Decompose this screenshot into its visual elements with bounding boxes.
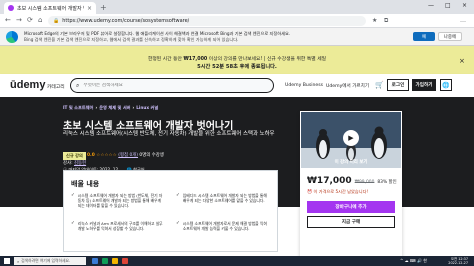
check-icon: ✓ xyxy=(176,193,180,198)
current-price: ₩17,000 xyxy=(307,176,352,186)
breadcrumb-it-software[interactable]: IT 및 소프트웨어 xyxy=(63,105,93,110)
learn-item-text: 리눅스 커널과 Arm 프로세서의 구조를 이해하고 실무 개발 노하우를 익혀… xyxy=(77,221,163,231)
home-button[interactable]: ⌂ xyxy=(38,16,42,24)
app-taskbar-icon[interactable] xyxy=(122,258,128,264)
system-tray[interactable]: ^ ☁ ⌨ 🔊 한 xyxy=(400,258,427,264)
student-count: 0명의 수강생 xyxy=(139,153,164,158)
learn-item: ✓ 시스템 소프트웨어 개발자 되는 방법 (반도체, 전기 자동차 등) 소프… xyxy=(71,193,165,208)
login-button[interactable]: 로그인 xyxy=(387,79,409,91)
taskbar-clock[interactable]: 오전 12:37 2022-12-27 xyxy=(440,257,468,265)
preview-label[interactable]: 이 강의 미리 보기 xyxy=(301,159,401,165)
promo-banner: 한정된 시간 동안 ₩17,000 이상의 강의를 만나보세요! | 신규 수강… xyxy=(0,46,474,74)
window-close-button[interactable]: × xyxy=(462,2,467,9)
learn-title: 배울 내용 xyxy=(71,180,100,188)
sale-timer: ⏰ 이 가격으로 5시간 남았습니다! xyxy=(307,189,369,194)
minimize-button[interactable]: — xyxy=(428,2,434,9)
url-text[interactable]: https://www.udemy.com/course/sosystemsof… xyxy=(62,18,189,24)
lock-icon[interactable]: 🔒 xyxy=(53,18,59,24)
cart-icon[interactable]: 🛒 xyxy=(375,81,384,89)
promo-message: 한정된 시간 동안 ₩17,000 이상의 강의를 만나보세요! | 신규 수강… xyxy=(0,55,474,62)
original-price: ₩99,000 xyxy=(354,180,375,185)
learn-item-text: 임베디드 시스템 소프트웨어 개발자 되는 방법을 통해 배우게 되는 다양한 … xyxy=(182,193,267,203)
instructor-link[interactable]: 김동현 xyxy=(74,161,86,166)
buy-now-button[interactable]: 지금 구매 xyxy=(307,216,395,228)
maximize-button[interactable]: □ xyxy=(445,2,451,9)
clock-date: 2022-12-27 xyxy=(448,261,468,265)
check-icon: ✓ xyxy=(176,221,180,226)
course-creator: 강사: 김동현 xyxy=(63,160,86,166)
edge-later-button[interactable]: 나중에 xyxy=(438,32,462,41)
promo-message-post: 이상의 강의를 만나보세요! | 신규 수강생을 위한 특별 세일 xyxy=(207,57,327,62)
categories-menu[interactable]: 카테고리 xyxy=(47,83,65,90)
settings-more-icon[interactable]: … xyxy=(460,17,466,24)
breadcrumb-os-servers[interactable]: 운영 체제 및 서버 xyxy=(99,105,130,110)
forward-button[interactable]: → xyxy=(16,16,22,24)
taskbar-search-icon: ⌕ xyxy=(17,258,20,264)
explorer-taskbar-icon[interactable] xyxy=(112,258,118,264)
course-preview[interactable]: ▶ 이 강의 미리 보기 xyxy=(301,112,401,168)
search-input[interactable] xyxy=(83,83,264,88)
learn-item: ✓ 시스템 소프트웨어 개발자로서 문제 해결 방법을 익혀 소프트웨어 개발 … xyxy=(176,221,270,231)
learn-item: ✓ 임베디드 시스템 소프트웨어 개발자 되는 방법을 통해 배우게 되는 다양… xyxy=(176,193,270,203)
rating-value: 0.0 xyxy=(87,153,95,158)
browser-tab-strip: 초보 시스템 소프트웨어 개발자 벗어나기 × + — □ × xyxy=(0,0,474,14)
tab-close-icon[interactable]: × xyxy=(87,5,92,12)
breadcrumb-linux-kernel[interactable]: Linux 커널 xyxy=(136,105,158,110)
learn-item: ✓ 리눅스 커널과 Arm 프로세서의 구조를 이해하고 실무 개발 노하우를 … xyxy=(71,221,165,231)
course-subtitle: 리눅스 시스템 소프트웨어(시스템 반도체, 전기 자동차) 개발을 위한 소프… xyxy=(63,131,275,137)
edge-bar-submessage: Bing 검색 엔진을 기본 검색 엔진으로 지정하고, 웹에서 검색 결과를 … xyxy=(24,37,239,42)
rating-stars-icon: ☆☆☆☆☆ xyxy=(96,153,117,158)
task-view-icon[interactable] xyxy=(92,258,98,264)
course-title: 초보 시스템 소프트웨어 개발자 벗어나기 xyxy=(63,121,234,132)
address-toolbar: ← → ⟳ ⌂ 🔒 https://www.udemy.com/course/s… xyxy=(0,14,474,28)
url-bar[interactable]: 🔒 https://www.udemy.com/course/sosystems… xyxy=(48,16,366,26)
what-you-learn-box: 배울 내용 ✓ 시스템 소프트웨어 개발자 되는 방법 (반도체, 전기 자동차… xyxy=(63,170,278,252)
udemy-logo[interactable]: ūdemy xyxy=(10,79,45,91)
edge-yes-button[interactable]: 예 xyxy=(413,32,435,41)
course-search[interactable]: ⌕ xyxy=(70,78,274,93)
breadcrumb-separator: › xyxy=(132,105,135,110)
promo-countdown: 5시간 52분 58초 후에 종료됩니다. xyxy=(197,64,277,70)
browser-tab[interactable]: 초보 시스템 소프트웨어 개발자 벗어나기 × xyxy=(4,2,96,14)
price-row: ₩17,000 ₩99,000 83% 할인 xyxy=(307,176,397,186)
discount-percent: 83% 할인 xyxy=(377,180,397,185)
check-icon: ✓ xyxy=(71,193,75,198)
collections-icon[interactable]: ⧉ xyxy=(384,17,388,25)
reload-button[interactable]: ⟳ xyxy=(27,16,33,24)
back-button[interactable]: ← xyxy=(5,16,11,24)
windows-start-icon[interactable] xyxy=(4,258,10,264)
edge-default-browser-bar: Microsoft Edge의 기본 브라우저 및 PDF 뷰어로 설정합니다.… xyxy=(0,28,474,46)
add-to-cart-button[interactable]: 장바구니에 추가 xyxy=(307,201,395,213)
teach-on-udemy-link[interactable]: Udemy에서 가르치기 xyxy=(326,83,369,89)
breadcrumb-separator: › xyxy=(95,105,98,110)
edge-taskbar-icon[interactable] xyxy=(102,258,108,264)
breadcrumb: IT 및 소프트웨어 › 운영 체제 및 서버 › Linux 커널 xyxy=(63,105,158,111)
tab-title: 초보 시스템 소프트웨어 개발자 벗어나기 xyxy=(17,5,84,12)
play-preview-icon[interactable]: ▶ xyxy=(343,130,359,146)
udemy-header: ūdemy 카테고리 ⌕ Udemy Business Udemy에서 가르치기… xyxy=(0,74,474,97)
signup-button[interactable]: 가입하기 xyxy=(412,79,436,91)
check-icon: ✓ xyxy=(71,221,75,226)
windows-taskbar: ⌕ 검색하려면 여기에 입력하세요. ^ ☁ ⌨ 🔊 한 오전 12:37 20… xyxy=(0,256,474,266)
promo-close-icon[interactable]: × xyxy=(459,57,465,65)
course-rating: 0.0 ☆☆☆☆☆ (평점 0개) 0명의 수강생 xyxy=(87,152,164,158)
purchase-card: ▶ 이 강의 미리 보기 ₩17,000 ₩99,000 83% 할인 ⏰ 이 … xyxy=(300,111,402,261)
promo-price: ₩17,000 xyxy=(183,57,208,62)
search-icon[interactable]: ⌕ xyxy=(76,82,79,90)
taskbar-search-placeholder: 검색하려면 여기에 입력하세요. xyxy=(21,258,71,263)
promo-message-pre: 한정된 시간 동안 xyxy=(147,57,184,62)
learn-item-text: 시스템 소프트웨어 개발자로서 문제 해결 방법을 익혀 소프트웨어 개발 능력… xyxy=(182,221,267,231)
taskbar-search[interactable]: ⌕ 검색하려면 여기에 입력하세요. xyxy=(14,257,86,265)
edge-logo-icon xyxy=(6,31,18,43)
rating-count-link[interactable]: (평점 0개) xyxy=(118,153,138,158)
udemy-business-link[interactable]: Udemy Business xyxy=(285,83,323,88)
new-tab-button[interactable]: + xyxy=(100,3,107,12)
learn-item-text: 시스템 소프트웨어 개발자 되는 방법 (반도체, 전기 자동차 등) 소프트웨… xyxy=(77,193,163,208)
language-globe-icon[interactable]: 🌐 xyxy=(440,79,452,91)
favorite-star-icon[interactable]: ★ xyxy=(372,17,377,24)
udemy-favicon-icon xyxy=(8,5,14,11)
new-course-badge: 신규 강의 xyxy=(63,152,86,160)
creator-label: 강사: xyxy=(63,161,74,166)
